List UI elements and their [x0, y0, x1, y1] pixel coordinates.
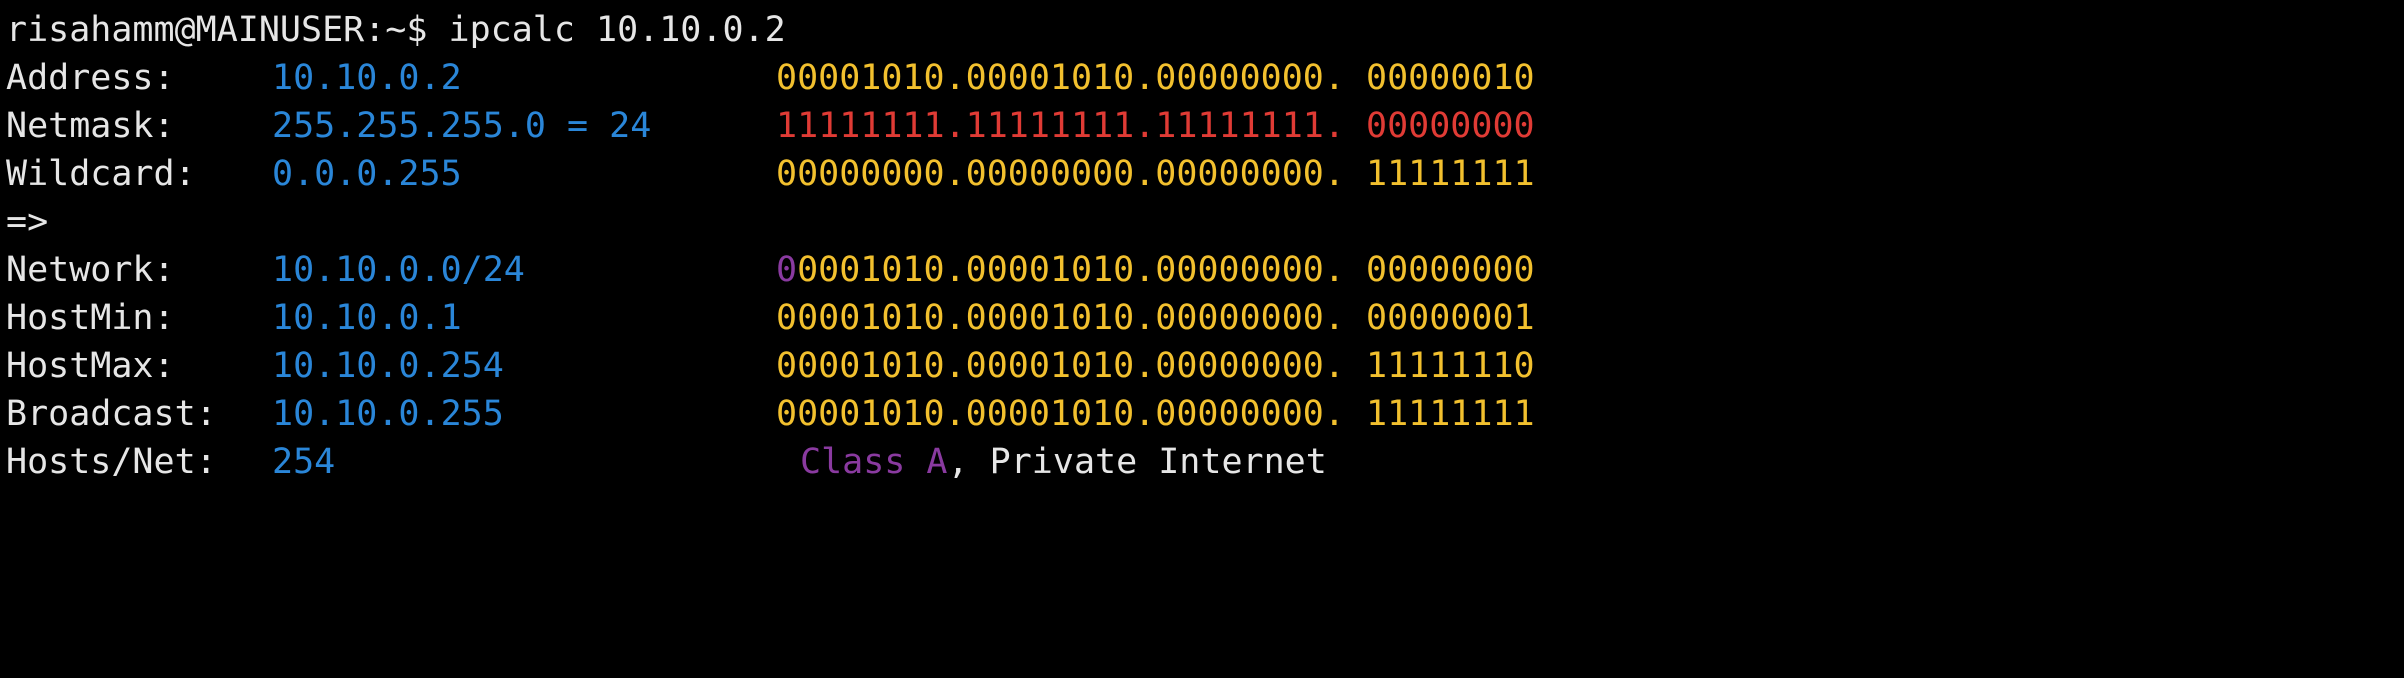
row-label: Hosts/Net:	[6, 442, 217, 482]
row-label: Address:	[6, 58, 175, 98]
output-row-hosts: Hosts/Net: 254 Class A, Private Internet	[6, 438, 2404, 486]
binary-main: 00001010.00001010.00000000.	[776, 298, 1345, 338]
row-binary: 00001010.00001010.00000000. 11111110	[776, 342, 1535, 390]
row-label: HostMin:	[6, 298, 175, 338]
output-row-broadcast: Broadcast: 10.10.0.255 00001010.00001010…	[6, 390, 2404, 438]
terminal-window[interactable]: risahamm@MAINUSER:~$ ipcalc 10.10.0.2 Ad…	[0, 0, 2404, 500]
row-value: 254	[272, 442, 336, 482]
row-value: 10.10.0.0/24	[272, 250, 525, 290]
row-label: Netmask:	[6, 106, 175, 146]
prompt-line: risahamm@MAINUSER:~$ ipcalc 10.10.0.2	[6, 6, 2404, 54]
network-class-info: Class A, Private Internet	[800, 438, 1327, 486]
output-row-arrow: =>	[6, 198, 2404, 246]
binary-main: 0001010.00001010.00000000.	[797, 250, 1345, 290]
row-label: Wildcard:	[6, 154, 196, 194]
binary-tail: 00000010	[1344, 58, 1535, 98]
output-row-network: Network: 10.10.0.0/24 00001010.00001010.…	[6, 246, 2404, 294]
binary-main: 00001010.00001010.00000000.	[776, 58, 1345, 98]
row-binary: 00001010.00001010.00000000. 11111111	[776, 390, 1535, 438]
network-type: , Private Internet	[947, 442, 1327, 482]
row-binary: 00001010.00001010.00000000. 00000010	[776, 54, 1535, 102]
row-binary: 00001010.00001010.00000000. 00000000	[776, 246, 1535, 294]
binary-tail: 00000000	[1344, 250, 1535, 290]
binary-tail: 11111110	[1344, 346, 1535, 386]
output-row-wildcard: Wildcard: 0.0.0.255 00000000.00000000.00…	[6, 150, 2404, 198]
arrow-separator: =>	[6, 202, 49, 242]
row-value: 10.10.0.254	[272, 346, 504, 386]
row-value: 10.10.0.255	[272, 394, 504, 434]
row-label: HostMax:	[6, 346, 175, 386]
binary-class-bit: 0	[776, 250, 798, 290]
command-text: ipcalc 10.10.0.2	[448, 10, 786, 50]
output-row-hostmin: HostMin: 10.10.0.1 00001010.00001010.000…	[6, 294, 2404, 342]
binary-main: 00001010.00001010.00000000.	[776, 394, 1345, 434]
row-value: 10.10.0.2	[272, 58, 462, 98]
row-binary: 00000000.00000000.00000000. 11111111	[776, 150, 1535, 198]
output-row-hostmax: HostMax: 10.10.0.254 00001010.00001010.0…	[6, 342, 2404, 390]
class-label: Class A	[800, 442, 948, 482]
binary-main: 11111111.11111111.11111111.	[776, 106, 1345, 146]
output-row-address: Address: 10.10.0.2 00001010.00001010.000…	[6, 54, 2404, 102]
row-value: 0.0.0.255	[272, 154, 462, 194]
binary-tail: 11111111	[1344, 154, 1535, 194]
shell-prompt: risahamm@MAINUSER:~$	[6, 10, 449, 50]
binary-tail: 11111111	[1344, 394, 1535, 434]
row-label: Broadcast:	[6, 394, 217, 434]
binary-main: 00001010.00001010.00000000.	[776, 346, 1345, 386]
row-value: 10.10.0.1	[272, 298, 462, 338]
row-label: Network:	[6, 250, 175, 290]
binary-tail: 00000001	[1344, 298, 1535, 338]
row-value: 255.255.255.0 = 24	[272, 106, 652, 146]
row-binary: 11111111.11111111.11111111. 00000000	[776, 102, 1535, 150]
binary-tail: 00000000	[1344, 106, 1535, 146]
row-binary: 00001010.00001010.00000000. 00000001	[776, 294, 1535, 342]
binary-main: 00000000.00000000.00000000.	[776, 154, 1345, 194]
output-row-netmask: Netmask: 255.255.255.0 = 24 11111111.111…	[6, 102, 2404, 150]
